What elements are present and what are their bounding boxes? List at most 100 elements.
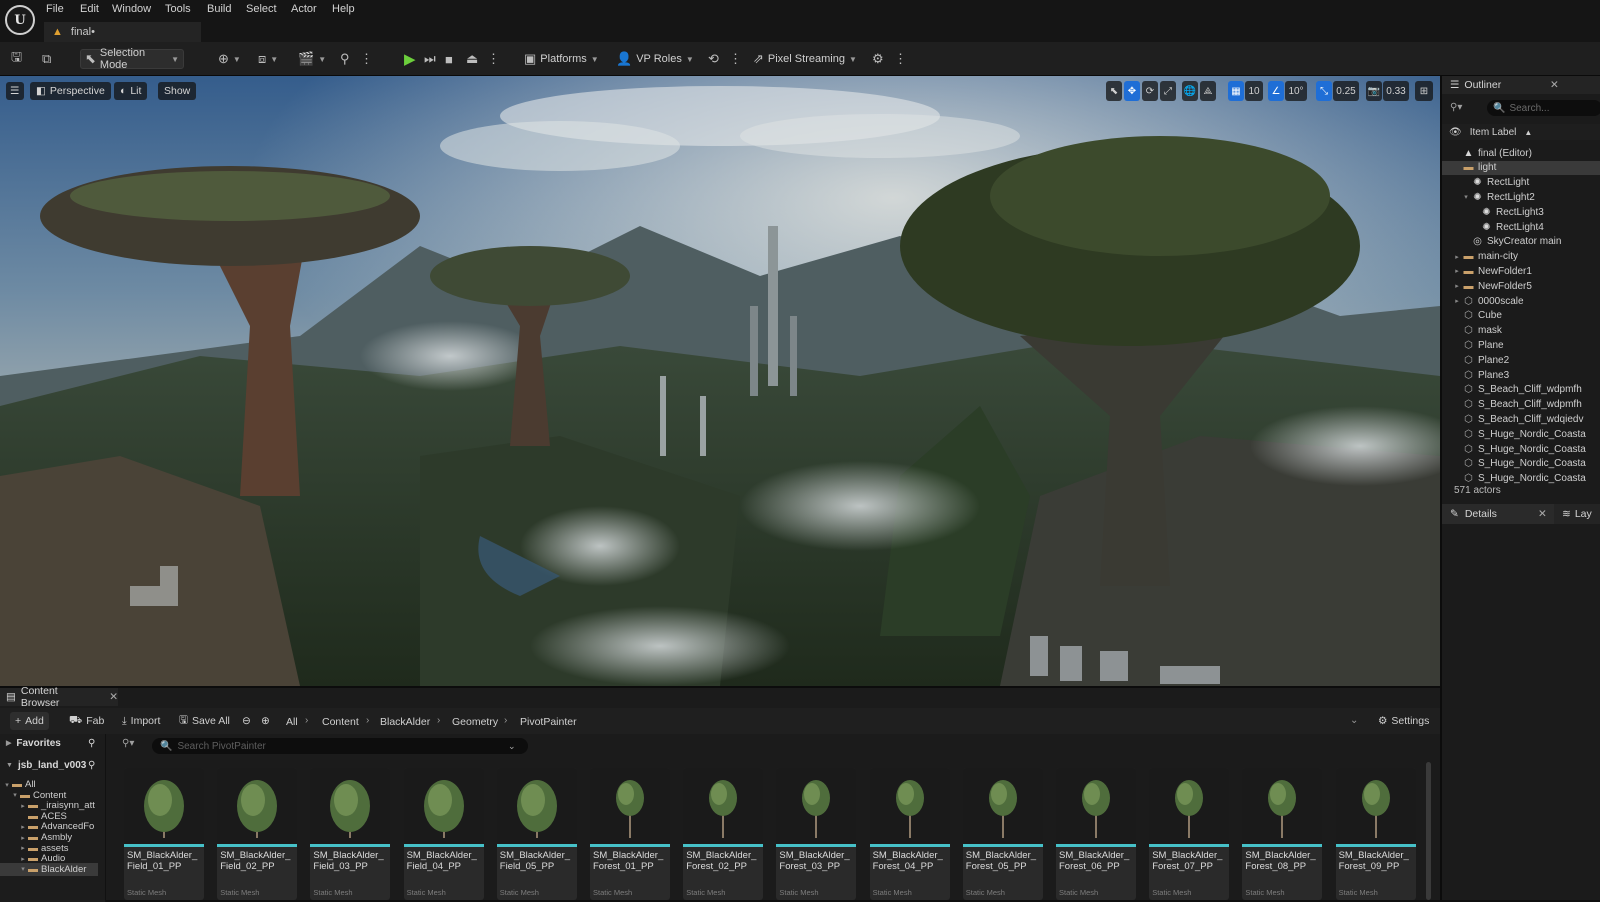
breadcrumb-blackalder[interactable]: BlackAlder (380, 716, 430, 728)
asset-tile[interactable]: SM_BlackAlder_Forest_09_PP Static Mesh (1335, 768, 1416, 900)
rotation-snap-value[interactable]: 10° (1285, 81, 1307, 101)
outliner-column-header[interactable]: 👁 Item Label ▲ (1442, 124, 1600, 140)
outliner-row[interactable]: ⬡ S_Huge_Nordic_Coasta (1442, 472, 1600, 486)
pixel-streaming-dropdown[interactable]: ⇗ Pixel Streaming ▼ (749, 49, 861, 69)
play-button[interactable]: ▶ (400, 49, 420, 69)
outliner-tab[interactable]: ☰ Outliner ✕ (1442, 76, 1600, 94)
asset-tile[interactable]: SM_BlackAlder_Field_03_PP Static Mesh (310, 768, 391, 900)
add-button[interactable]: + Add (10, 712, 49, 730)
step-button[interactable]: ⏭ (420, 49, 440, 69)
blueprint-button[interactable]: ⧈ ▼ (254, 49, 282, 69)
outliner-row[interactable]: ▲ final (Editor) (1442, 146, 1600, 160)
document-tab[interactable]: ▲ final• (44, 22, 201, 42)
menu-edit[interactable]: Edit (80, 3, 99, 15)
outliner-row[interactable]: ✺ RectLight3 (1442, 205, 1600, 219)
history-back-icon[interactable]: ⊖ (237, 712, 256, 730)
outliner-row[interactable]: ◎ SkyCreator main (1442, 235, 1600, 249)
asset-tile[interactable]: SM_BlackAlder_Field_05_PP Static Mesh (496, 768, 577, 900)
layers-tab[interactable]: ≋ Lay (1562, 504, 1592, 524)
scene-render[interactable] (0, 76, 1440, 686)
asset-search-input[interactable]: 🔍 Search PivotPainter ⌄ (152, 738, 528, 754)
add-actor-button[interactable]: ⊕ ▼ (214, 49, 245, 69)
asset-tile[interactable]: SM_BlackAlder_Forest_07_PP Static Mesh (1149, 768, 1230, 900)
camera-speed-icon[interactable]: 📷 (1366, 81, 1382, 101)
chevron-down-icon[interactable]: ▾ (18, 865, 28, 873)
favorites-header[interactable]: ▶ Favorites ⚲ (0, 734, 106, 752)
scale-snap-icon[interactable]: ⤡ (1316, 81, 1332, 101)
lit-button[interactable]: ◐ Lit (114, 82, 148, 100)
asset-tile[interactable]: SM_BlackAlder_Forest_06_PP Static Mesh (1056, 768, 1136, 900)
asset-tile[interactable]: SM_BlackAlder_Forest_04_PP Static Mesh (869, 768, 950, 900)
surface-snap-icon[interactable]: ⟁ (1200, 81, 1216, 101)
menu-file[interactable]: File (46, 3, 64, 15)
outliner-row[interactable]: ✺ RectLight4 (1442, 220, 1600, 234)
menu-window[interactable]: Window (112, 3, 151, 15)
outliner-row[interactable]: ⬡ Cube (1442, 309, 1600, 323)
rotate-tool-icon[interactable]: ⟳ (1142, 81, 1158, 101)
outliner-row[interactable]: ⬡ S_Huge_Nordic_Coasta (1442, 457, 1600, 471)
menu-tools[interactable]: Tools (165, 3, 191, 15)
chevron-right-icon[interactable]: ▸ (1452, 253, 1462, 261)
search-icon[interactable]: ⚲ (88, 760, 95, 771)
outliner-row[interactable]: ▸ ▬ NewFolder5 (1442, 279, 1600, 293)
rotation-snap-icon[interactable]: ∠ (1268, 81, 1284, 101)
vp-roles-dropdown[interactable]: 👤 VP Roles ▼ (612, 49, 698, 69)
asset-grid-scrollbar[interactable] (1426, 762, 1431, 900)
asset-tile[interactable]: SM_BlackAlder_Forest_01_PP Static Mesh (590, 768, 670, 900)
outliner-row[interactable]: ⬡ S_Beach_Cliff_wdqiedv (1442, 412, 1600, 426)
outliner-row[interactable]: ⬡ Plane2 (1442, 353, 1600, 367)
level-viewport[interactable]: ☰ ◧ Perspective ◐ Lit Show ⬉ ✥ ⟳ ⤢ 🌐 ⟁ ▦… (0, 76, 1440, 686)
viewport-layout-icon[interactable]: ⊞ (1415, 81, 1433, 101)
chevron-right-icon[interactable]: ▸ (1452, 267, 1462, 275)
chevron-right-icon[interactable]: ▸ (18, 834, 28, 842)
outliner-row[interactable]: ▸ ▬ main-city (1442, 250, 1600, 264)
menu-help[interactable]: Help (332, 3, 355, 15)
menu-select[interactable]: Select (246, 3, 277, 15)
chevron-down-icon[interactable]: ▾ (1461, 193, 1471, 201)
save-all-button[interactable]: 🖫 Save All (174, 712, 235, 730)
chevron-right-icon[interactable]: ▸ (1452, 297, 1462, 305)
asset-tile[interactable]: SM_BlackAlder_Field_02_PP Static Mesh (217, 768, 298, 900)
more-options-icon[interactable]: ⋮ (725, 49, 746, 69)
perspective-button[interactable]: ◧ Perspective (30, 82, 111, 100)
asset-tile[interactable]: SM_BlackAlder_Forest_03_PP Static Mesh (776, 768, 857, 900)
stop-button[interactable]: ■ (441, 49, 457, 69)
outliner-row[interactable]: ⬡ Plane (1442, 338, 1600, 352)
chevron-down-icon[interactable]: ▾ (2, 781, 12, 789)
platforms-dropdown[interactable]: ▣ Platforms ▼ (520, 49, 603, 69)
outliner-search-input[interactable]: 🔍 Search... (1487, 100, 1600, 116)
unreal-logo[interactable]: U (5, 5, 35, 35)
menu-actor[interactable]: Actor (291, 3, 317, 15)
save-icon[interactable]: 🖫 (7, 49, 26, 69)
asset-tile[interactable]: SM_BlackAlder_Forest_02_PP Static Mesh (683, 768, 764, 900)
translate-tool-icon[interactable]: ✥ (1124, 81, 1140, 101)
close-icon[interactable]: ✕ (1538, 508, 1547, 520)
breadcrumb-content[interactable]: Content (322, 716, 359, 728)
asset-tile[interactable]: SM_BlackAlder_Field_04_PP Static Mesh (403, 768, 484, 900)
modes-button[interactable]: ⚲ (336, 49, 354, 69)
source-control-icon[interactable]: ⟲ (704, 49, 723, 69)
details-tab[interactable]: ✎ Details ✕ (1442, 504, 1554, 524)
chevron-down-icon[interactable]: ⌄ (508, 741, 516, 752)
selection-mode-dropdown[interactable]: ⬉ Selection Mode ▼ (80, 47, 184, 71)
close-icon[interactable]: ✕ (109, 691, 118, 703)
asset-tile[interactable]: SM_BlackAlder_Field_01_PP Static Mesh (124, 768, 204, 900)
outliner-row[interactable]: ⬡ S_Huge_Nordic_Coasta (1442, 442, 1600, 456)
history-forward-icon[interactable]: ⊕ (256, 712, 275, 730)
chevron-right-icon[interactable]: ▸ (18, 802, 28, 810)
filter-icon[interactable]: ⚲▾ (122, 738, 134, 749)
chevron-down-icon[interactable]: ⌄ (1350, 715, 1358, 726)
menu-build[interactable]: Build (207, 3, 231, 15)
outliner-row[interactable]: ⬡ S_Beach_Cliff_wdpmfh (1442, 383, 1600, 397)
outliner-row[interactable]: ▾ ✺ RectLight2 (1442, 190, 1600, 204)
asset-tile[interactable]: SM_BlackAlder_Forest_05_PP Static Mesh (962, 768, 1043, 900)
eject-button[interactable]: ⏏ (462, 49, 482, 69)
outliner-row[interactable]: ▸ ▬ NewFolder1 (1442, 264, 1600, 278)
settings-icon[interactable]: ⚙ (868, 49, 888, 69)
content-browser-tab[interactable]: ▤ Content Browser ✕ (0, 685, 118, 709)
outliner-row[interactable]: ✺ RectLight (1442, 176, 1600, 190)
chevron-right-icon[interactable]: ▸ (18, 855, 28, 863)
folder-tree-item[interactable]: ▾ ▬ BlackAlder (0, 862, 98, 876)
camera-speed-value[interactable]: 0.33 (1383, 81, 1409, 101)
world-space-icon[interactable]: 🌐 (1182, 81, 1198, 101)
